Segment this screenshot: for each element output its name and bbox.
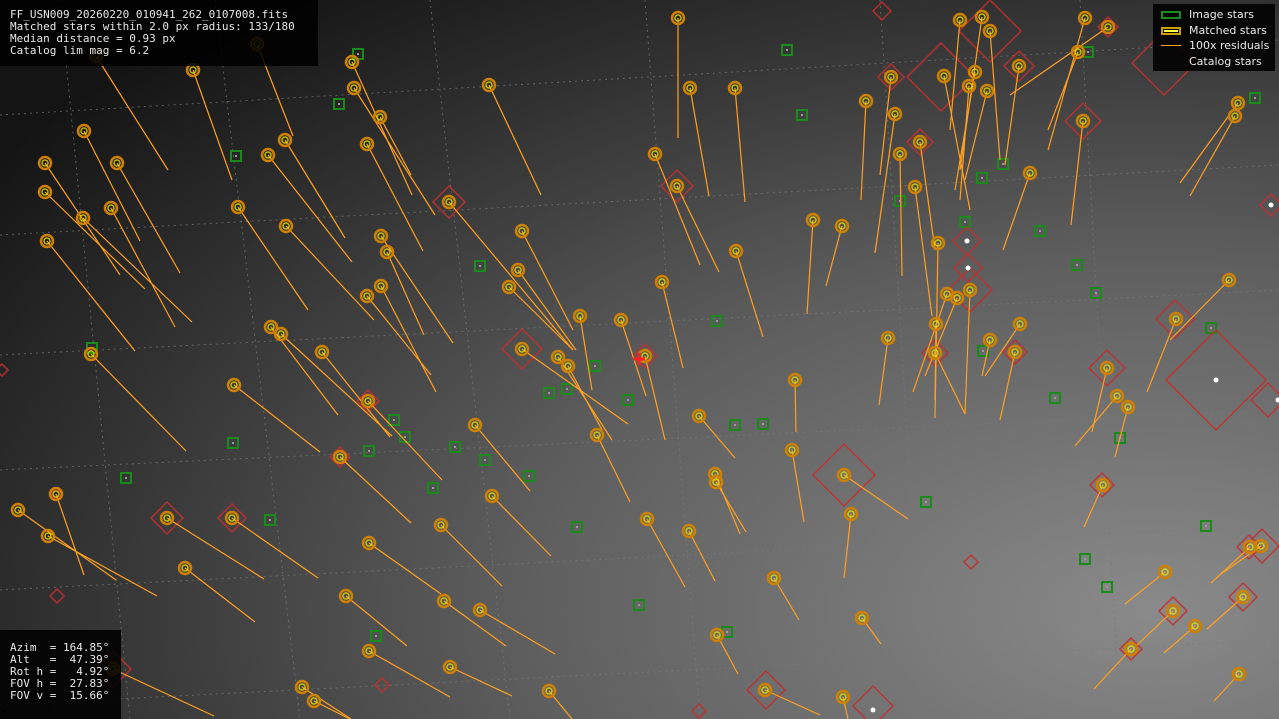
- image-star-core: [454, 446, 456, 448]
- legend-row-residuals: 100x residuals: [1157, 38, 1275, 54]
- image-star-core: [357, 53, 359, 55]
- image-star-core: [638, 604, 640, 606]
- image-star-core: [1205, 525, 1207, 527]
- image-star-core: [576, 526, 578, 528]
- pointing-panel: Azim = 164.85° Alt = 47.39° Rot h = 4.92…: [0, 630, 121, 719]
- image-star-core: [1210, 327, 1212, 329]
- residuals-swatch-icon: [1161, 45, 1181, 46]
- star-field-canvas: [0, 0, 1279, 719]
- image-star-core: [528, 475, 530, 477]
- image-star-core: [925, 501, 927, 503]
- image-star-core: [375, 635, 377, 637]
- image-star-core: [484, 459, 486, 461]
- image-star-core: [548, 392, 550, 394]
- bright-star: [870, 707, 876, 713]
- matched-stars-swatch-icon: [1161, 26, 1181, 35]
- image-star-core: [964, 221, 966, 223]
- image-star-core: [981, 177, 983, 179]
- image-star-core: [432, 487, 434, 489]
- image-star-core: [982, 350, 984, 352]
- legend-label-matched-stars: Matched stars: [1189, 23, 1267, 37]
- image-star-core: [594, 365, 596, 367]
- bright-star: [1268, 202, 1274, 208]
- info-line-limmag: Catalog lim mag = 6.2: [10, 44, 150, 57]
- star-field-view: FF_USN009_20260220_010941_262_0107008.fi…: [0, 0, 1279, 719]
- image-star-core: [393, 419, 395, 421]
- image-stars-swatch-icon: [1161, 11, 1181, 19]
- legend-row-matched-stars: Matched stars: [1157, 23, 1275, 39]
- bright-star: [1213, 377, 1219, 383]
- info-panel: FF_USN009_20260220_010941_262_0107008.fi…: [0, 0, 318, 66]
- image-star-core: [734, 424, 736, 426]
- image-star-core: [1106, 586, 1108, 588]
- image-star-core: [627, 399, 629, 401]
- legend-row-image-stars: Image stars: [1157, 7, 1275, 23]
- image-star-core: [1076, 264, 1078, 266]
- legend-label-residuals: 100x residuals: [1189, 39, 1270, 52]
- legend-label-catalog-stars: Catalog stars: [1189, 54, 1262, 68]
- legend-label-image-stars: Image stars: [1189, 8, 1254, 21]
- coord-fov-v: FOV v = 15.66°: [10, 689, 110, 702]
- image-star-core: [786, 49, 788, 51]
- image-star-core: [1254, 97, 1256, 99]
- legend-panel: Image stars Matched stars 100x residuals…: [1153, 4, 1275, 71]
- image-star-core: [125, 477, 127, 479]
- image-star-core: [338, 103, 340, 105]
- image-star-core: [235, 155, 237, 157]
- image-star-core: [269, 519, 271, 521]
- image-star-core: [479, 265, 481, 267]
- image-star-core: [1095, 292, 1097, 294]
- image-star-core: [1039, 230, 1041, 232]
- image-star-core: [716, 320, 718, 322]
- image-star-core: [566, 388, 568, 390]
- image-star-core: [1002, 163, 1004, 165]
- image-star-core: [1087, 51, 1089, 53]
- image-star-core: [368, 450, 370, 452]
- bright-star: [964, 238, 970, 244]
- image-star-core: [1054, 397, 1056, 399]
- image-star-core: [726, 631, 728, 633]
- bright-star: [965, 265, 971, 271]
- image-star-core: [1084, 558, 1086, 560]
- image-star-core: [762, 423, 764, 425]
- legend-row-catalog-stars: Catalog stars: [1157, 54, 1275, 70]
- image-star-core: [404, 436, 406, 438]
- image-star-core: [801, 114, 803, 116]
- image-star-core: [232, 442, 234, 444]
